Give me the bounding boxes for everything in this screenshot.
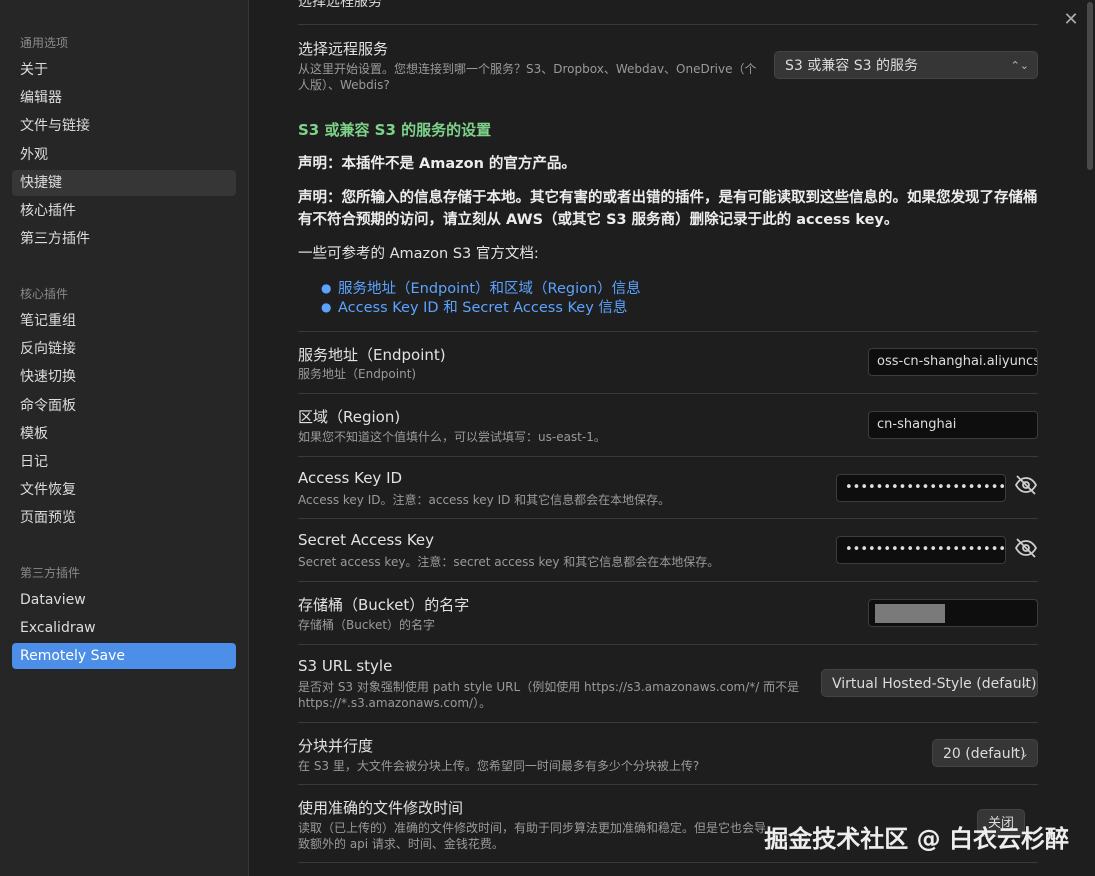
scrollbar[interactable] <box>1087 2 1093 170</box>
setting-name: 服务地址（Endpoint) <box>298 346 446 364</box>
nav-item-core-plugins[interactable]: 核心插件 <box>12 198 236 224</box>
region-input[interactable]: cn-shanghai <box>868 411 1038 439</box>
nav-item-templates[interactable]: 模板 <box>12 421 236 447</box>
divider <box>298 784 1038 785</box>
nav-group-core: 核心插件 笔记重组 反向链接 快速切换 命令面板 模板 日记 文件恢复 页面预览 <box>0 280 248 534</box>
nav-item-quick-switcher[interactable]: 快速切换 <box>12 364 236 390</box>
divider <box>298 581 1038 582</box>
divider <box>298 644 1038 645</box>
setting-name: 选择远程服务 <box>298 40 389 58</box>
nav-item-excalidraw[interactable]: Excalidraw <box>12 615 236 641</box>
setting-desc: 从这里开始设置。您想连接到哪一个服务？S3、Dropbox、Webdav、One… <box>298 62 757 92</box>
select-value: Virtual Hosted-Style (default) <box>832 676 1037 692</box>
setting-name: 存储桶（Bucket）的名字 <box>298 596 470 614</box>
setting-desc: 存储桶（Bucket）的名字 <box>298 618 436 632</box>
bucket-input[interactable] <box>868 599 1038 627</box>
disclaimer-official: 声明：本插件不是 Amazon 的官方产品。 <box>298 156 576 172</box>
bullet-icon: ● <box>321 300 332 314</box>
setting-name: S3 URL style <box>298 657 393 675</box>
group-title: 核心插件 <box>20 287 69 301</box>
nav-item-note-composer[interactable]: 笔记重组 <box>12 308 236 334</box>
section-heading: 选择远程服务 <box>298 0 382 10</box>
setting-desc: 如果您不知道这个值填什么，可以尝试填写：us-east-1。 <box>298 430 606 444</box>
nav-item-file-recovery[interactable]: 文件恢复 <box>12 477 236 503</box>
chevron-updown-icon: ⌃⌄ <box>1010 59 1029 72</box>
nav-item-daily-notes[interactable]: 日记 <box>12 449 236 475</box>
divider <box>298 456 1038 457</box>
eye-off-icon[interactable] <box>1014 536 1038 560</box>
group-title: 通用选项 <box>20 36 69 50</box>
settings-content: ✕ 选择远程服务 选择远程服务 从这里开始设置。您想连接到哪一个服务？S3、Dr… <box>249 0 1095 876</box>
remote-service-select[interactable]: S3 或兼容 S3 的服务 ⌃⌄ <box>774 51 1038 79</box>
setting-name: 区域（Region) <box>298 408 401 426</box>
divider <box>298 722 1038 723</box>
endpoint-input[interactable]: oss-cn-shanghai.aliyuncs.com <box>868 348 1038 376</box>
nav-item-community-plugins[interactable]: 第三方插件 <box>12 226 236 252</box>
access-key-input[interactable]: •••••••••••••••••••••••• <box>836 474 1006 502</box>
watermark: 掘金技术社区 @ 白衣云杉醉 <box>764 825 1069 853</box>
disclaimer-local-storage: 声明：您所输入的信息存储于本地。其它有害的或者出错的插件，是有可能读取到这些信息… <box>298 190 1038 228</box>
setting-desc: 是否对 S3 对象强制使用 path style URL（例如使用 https:… <box>298 680 800 710</box>
divider <box>298 24 1038 25</box>
close-icon[interactable]: ✕ <box>1061 10 1081 30</box>
nav-item-editor[interactable]: 编辑器 <box>12 85 236 111</box>
divider <box>298 518 1038 519</box>
setting-desc: Secret access key。注意：secret access key 和… <box>298 555 720 569</box>
nav-item-backlinks[interactable]: 反向链接 <box>12 336 236 362</box>
chevron-updown-icon: ⌃⌄ <box>1010 747 1029 760</box>
divider <box>298 331 1038 332</box>
eye-off-icon[interactable] <box>1014 473 1038 497</box>
nav-group-general: 通用选项 关于 编辑器 文件与链接 外观 快捷键 核心插件 第三方插件 <box>0 29 248 254</box>
setting-desc: 读取（已上传的）准确的文件修改时间，有助于同步算法更加准确和稳定。但是它也会导致… <box>298 821 767 851</box>
nav-item-command-palette[interactable]: 命令面板 <box>12 393 236 419</box>
select-value: S3 或兼容 S3 的服务 <box>785 58 918 74</box>
group-title: 第三方插件 <box>20 566 81 580</box>
divider <box>298 862 1038 863</box>
setting-desc: Access key ID。注意：access key ID 和其它信息都会在本… <box>298 493 671 507</box>
nav-item-page-preview[interactable]: 页面预览 <box>12 505 236 531</box>
settings-sidebar: 通用选项 关于 编辑器 文件与链接 外观 快捷键 核心插件 第三方插件 核心插件… <box>0 0 249 876</box>
setting-name: Secret Access Key <box>298 531 435 549</box>
setting-name: 分块并行度 <box>298 737 374 755</box>
redacted-block <box>875 604 945 623</box>
setting-name: Access Key ID <box>298 469 403 487</box>
nav-item-files-links[interactable]: 文件与链接 <box>12 113 236 139</box>
doc-link-access-key[interactable]: Access Key ID 和 Secret Access Key 信息 <box>338 296 627 317</box>
nav-item-dataview[interactable]: Dataview <box>12 587 236 613</box>
parallel-select[interactable]: 20 (default) ⌃⌄ <box>932 739 1038 767</box>
divider <box>298 393 1038 394</box>
nav-group-community: 第三方插件 Dataview Excalidraw Remotely Save <box>0 559 248 672</box>
bullet-icon: ● <box>321 281 332 295</box>
nav-item-appearance[interactable]: 外观 <box>12 142 236 168</box>
nav-item-remotely-save[interactable]: Remotely Save <box>12 643 236 670</box>
nav-item-hotkeys[interactable]: 快捷键 <box>12 169 236 196</box>
s3-settings-title: S3 或兼容 S3 的服务的设置 <box>298 121 492 139</box>
setting-desc: 在 S3 里，大文件会被分块上传。您希望同一时间最多有多少个分块被上传? <box>298 759 700 773</box>
setting-name: 使用准确的文件修改时间 <box>298 799 464 817</box>
secret-key-input[interactable]: •••••••••••••••••••••••••••• <box>836 536 1006 564</box>
nav-item-about[interactable]: 关于 <box>12 57 236 83</box>
doc-link-endpoint[interactable]: 服务地址（Endpoint）和区域（Region）信息 <box>338 277 641 298</box>
docs-intro: 一些可参考的 Amazon S3 官方文档: <box>298 246 539 262</box>
setting-desc: 服务地址（Endpoint) <box>298 367 417 381</box>
chevron-updown-icon: ⌃⌄ <box>1010 677 1029 690</box>
url-style-select[interactable]: Virtual Hosted-Style (default) ⌃⌄ <box>821 669 1038 697</box>
